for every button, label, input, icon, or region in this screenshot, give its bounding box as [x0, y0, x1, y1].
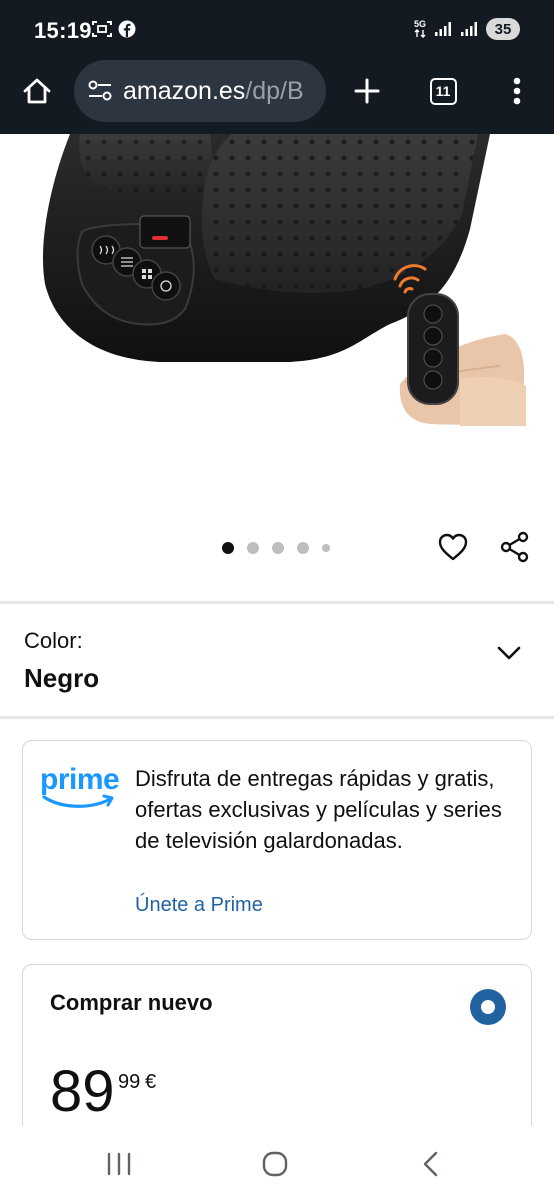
back-button[interactable] [408, 1146, 454, 1182]
site-settings-icon[interactable] [87, 78, 113, 109]
network-type: 5G [414, 20, 426, 38]
network-label: 5G [413, 19, 426, 29]
color-label: Color: [24, 628, 83, 653]
screenshot-icon [92, 20, 112, 43]
facebook-icon [118, 20, 136, 43]
heart-icon [438, 533, 468, 561]
url-text: amazon.es/dp/B [123, 77, 304, 106]
home-icon [23, 78, 51, 104]
carousel-dot-4[interactable] [297, 542, 309, 554]
browser-menu-button[interactable] [494, 68, 540, 114]
home-circle-icon [262, 1151, 288, 1177]
prime-logo-text: prime [40, 763, 120, 796]
status-bar: 15:19 5G 35 [0, 0, 554, 56]
prime-description: Disfruta de entregas rápidas y gratis, o… [135, 766, 502, 853]
color-selector[interactable] [0, 604, 554, 716]
status-time: 15:19 [34, 18, 92, 43]
home-button[interactable] [14, 68, 60, 114]
system-nav-bar [0, 1126, 554, 1200]
buy-new-title: Comprar nuevo [50, 990, 213, 1015]
product-image[interactable] [0, 134, 554, 534]
tab-count: 11 [429, 77, 457, 105]
new-tab-button[interactable] [344, 68, 390, 114]
browser-toolbar: amazon.es/dp/B 11 [0, 56, 554, 134]
color-dropdown-button[interactable] [490, 634, 528, 672]
carousel-dots[interactable] [222, 542, 330, 554]
buy-new-radio[interactable] [470, 989, 506, 1025]
radio-dot [481, 1000, 495, 1014]
carousel-dot-5[interactable] [322, 544, 330, 552]
price-fraction: 99 [118, 1071, 141, 1093]
battery-indicator: 35 [486, 18, 520, 40]
carousel-dot-3[interactable] [272, 542, 284, 554]
back-chevron-icon [423, 1151, 438, 1177]
home-nav-button[interactable] [252, 1146, 298, 1182]
product-photo [42, 134, 526, 426]
tab-switcher-button[interactable]: 11 [420, 68, 466, 114]
url-path: /dp/B [245, 77, 304, 105]
url-host: amazon.es [123, 77, 246, 105]
price-currency: € [145, 1071, 157, 1093]
prime-logo: prime [40, 763, 122, 813]
wishlist-button[interactable] [432, 526, 474, 568]
share-button[interactable] [494, 526, 536, 568]
data-arrows-icon [414, 29, 426, 38]
join-prime-link[interactable]: Únete a Prime [135, 894, 263, 917]
carousel-dot-2[interactable] [247, 542, 259, 554]
status-indicators: 5G 35 [414, 17, 520, 41]
signal-icon-sim2 [461, 22, 477, 36]
divider [0, 716, 554, 719]
more-vert-icon [513, 77, 521, 105]
share-icon [500, 531, 529, 563]
chevron-down-icon [497, 646, 521, 660]
carousel-dot-1[interactable] [222, 542, 234, 554]
prime-smile-icon [42, 794, 114, 808]
recent-apps-icon [107, 1152, 131, 1176]
recent-apps-button[interactable] [96, 1146, 142, 1182]
price-whole: 89 [50, 1059, 115, 1124]
color-value: Negro [24, 663, 100, 693]
signal-icon [435, 22, 451, 36]
address-bar[interactable]: amazon.es/dp/B [74, 60, 326, 122]
prime-promo-card: prime Disfruta de entregas rápidas y gra… [22, 740, 532, 940]
plus-icon [354, 78, 380, 104]
